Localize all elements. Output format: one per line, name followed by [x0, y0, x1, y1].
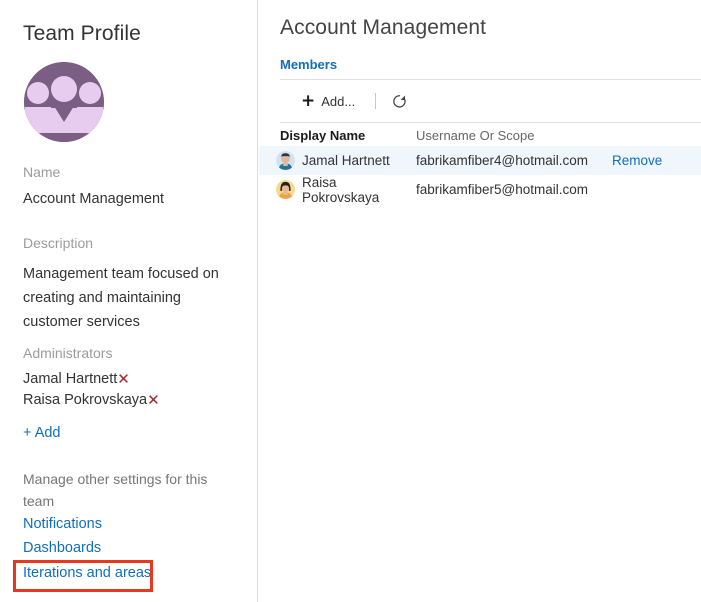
member-username-cell: fabrikamfiber4@hotmail.com	[416, 153, 589, 168]
description-label: Description	[23, 235, 94, 251]
main-content: Account Management Members + Add... Disp…	[259, 0, 701, 602]
table-row[interactable]: Raisa Pokrovskaya fabrikamfiber5@hotmail…	[259, 175, 701, 205]
sidebar: Team Profile Name Account Management Des…	[0, 0, 258, 602]
manage-other-settings-text: Manage other settings for this team	[23, 471, 208, 509]
add-member-button[interactable]: + Add...	[297, 89, 359, 114]
remove-administrator-icon[interactable]: ✕	[117, 370, 130, 388]
table-row[interactable]: Jamal Hartnett fabrikamfiber4@hotmail.co…	[259, 146, 701, 175]
sidebar-link-notifications[interactable]: Notifications	[23, 516, 102, 532]
members-toolbar: + Add...	[280, 79, 701, 123]
sidebar-link-iterations-and-areas[interactable]: Iterations and areas	[23, 565, 151, 581]
member-name-cell: Raisa Pokrovskaya	[259, 175, 416, 205]
account-management-title: Account Management	[280, 16, 487, 39]
person-avatar-female-icon	[276, 180, 295, 199]
toolbar-separator	[375, 93, 377, 109]
member-display-name: Jamal Hartnett	[302, 153, 390, 168]
column-header-username-or-scope: Username Or Scope	[416, 127, 535, 143]
administrator-row: Jamal Hartnett✕	[23, 371, 130, 387]
refresh-button[interactable]	[389, 91, 410, 112]
name-value: Account Management	[23, 191, 165, 207]
add-administrator-link[interactable]: + Add	[23, 425, 61, 441]
member-display-name: Raisa Pokrovskaya	[302, 174, 380, 205]
description-value: Management team focused on creating and …	[23, 266, 219, 330]
members-table: Display Name Username Or Scope Jamal Har…	[259, 124, 701, 205]
member-name-cell: Jamal Hartnett	[259, 151, 416, 170]
add-member-label: Add...	[321, 93, 356, 109]
administrator-name: Jamal Hartnett	[23, 371, 118, 387]
administrators-label: Administrators	[23, 345, 113, 361]
sidebar-link-dashboards[interactable]: Dashboards	[23, 540, 101, 556]
member-username-cell: fabrikamfiber5@hotmail.com	[416, 182, 589, 197]
team-group-avatar-icon	[24, 62, 104, 142]
team-profile-page: Team Profile Name Account Management Des…	[0, 0, 701, 602]
column-header-display-name: Display Name	[280, 127, 366, 143]
name-label: Name	[23, 164, 61, 180]
administrator-row: Raisa Pokrovskaya✕	[23, 392, 160, 408]
members-section-title: Members	[280, 57, 338, 72]
plus-icon: +	[301, 90, 316, 111]
page-title-team-profile: Team Profile	[23, 22, 141, 45]
refresh-icon	[393, 94, 406, 108]
person-avatar-male-icon	[276, 151, 295, 170]
remove-administrator-icon[interactable]: ✕	[147, 391, 160, 409]
table-header-row: Display Name Username Or Scope	[259, 124, 701, 146]
administrator-name: Raisa Pokrovskaya	[23, 392, 148, 408]
remove-member-link[interactable]: Remove	[612, 153, 700, 168]
